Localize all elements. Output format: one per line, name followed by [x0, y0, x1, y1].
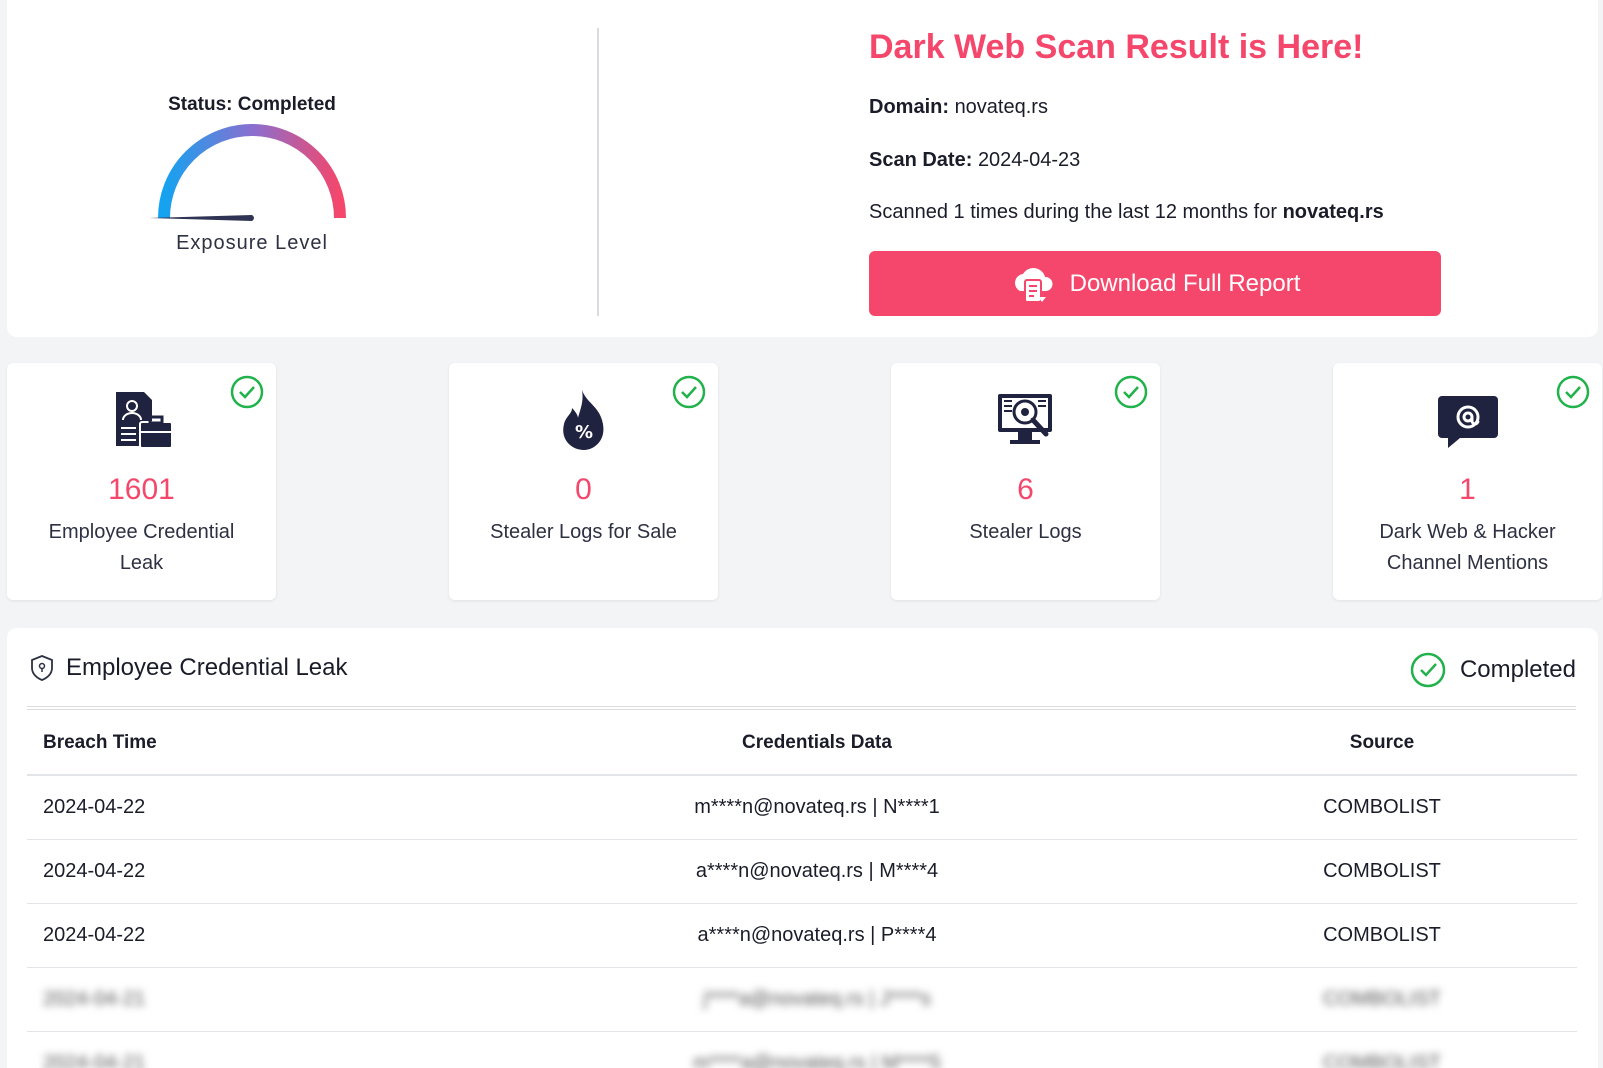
- domain-value: novateq.rs: [954, 96, 1048, 118]
- breach-time-cell: 2024-04-22: [27, 775, 447, 840]
- check-circle-icon: [672, 375, 706, 409]
- stat-card-dark-web-mentions[interactable]: 1 Dark Web & Hacker Channel Mentions: [1333, 363, 1602, 600]
- stat-label: Stealer Logs for Sale: [490, 521, 677, 543]
- gauge-arc: [149, 124, 346, 221]
- scan-count-text: Scanned 1 times during the last 12 month…: [869, 201, 1278, 223]
- chat-mention-icon: [1437, 396, 1498, 448]
- stat-card-stealer-sale[interactable]: % 0 Stealer Logs for Sale: [449, 363, 718, 600]
- credential-leak-icon: [115, 392, 173, 449]
- table-row: 2024-04-22 m****n@novateq.rs | N****1 CO…: [27, 775, 1577, 840]
- scan-summary-card: Status: Completed Exposure Level Dark We…: [7, 0, 1598, 337]
- table-row: 2024-04-22 a****n@novateq.rs | M****4 CO…: [27, 839, 1577, 904]
- header-source[interactable]: Source: [1187, 712, 1577, 776]
- stat-value: 1: [1459, 473, 1476, 506]
- stat-value: 0: [575, 473, 592, 506]
- source-cell: COMBOLIST: [1187, 903, 1577, 968]
- header-breach-time[interactable]: Breach Time: [27, 712, 447, 776]
- table-header-row: Breach Time Credentials Data Source: [27, 712, 1577, 776]
- stat-label: Stealer Logs: [969, 521, 1082, 543]
- stat-label: Dark Web & Hacker Channel Mentions: [1379, 521, 1556, 574]
- cloud-report-icon: [1014, 267, 1053, 303]
- exposure-level-label: Exposure Level: [176, 232, 328, 254]
- download-report-label: Download Full Report: [1069, 269, 1301, 297]
- stealer-sale-icon: %: [562, 390, 603, 450]
- breach-time-cell: 2024-04-22: [27, 839, 447, 904]
- domain-line: Domain: novateq.rs: [869, 96, 1048, 119]
- header-credentials-data[interactable]: Credentials Data: [447, 712, 1187, 776]
- source-cell: COMBOLIST: [1187, 1031, 1577, 1068]
- scan-count-line: Scanned 1 times during the last 12 month…: [869, 201, 1384, 224]
- stat-card-credential-leak[interactable]: 1601 Employee Credential Leak: [7, 363, 276, 600]
- source-cell: COMBOLIST: [1187, 839, 1577, 904]
- svg-text:%: %: [574, 422, 592, 443]
- check-circle-icon: [230, 375, 264, 409]
- stealer-logs-icon: [997, 394, 1052, 444]
- scan-date-label: Scan Date:: [869, 149, 973, 171]
- vertical-divider: [597, 28, 599, 316]
- gauge-status-label: Status: Completed: [168, 94, 336, 115]
- check-circle-icon: [1556, 375, 1590, 409]
- check-circle-icon: [1114, 375, 1148, 409]
- download-report-button[interactable]: Download Full Report: [869, 251, 1441, 316]
- section-status: Completed: [1410, 652, 1576, 688]
- stat-value: 6: [1017, 473, 1034, 506]
- credentials-cell: m****n@novateq.rs | N****1: [447, 775, 1187, 840]
- breach-time-cell: 2024-04-21: [27, 967, 447, 1032]
- credential-leak-table: Breach Time Credentials Data Source 2024…: [27, 712, 1577, 1068]
- breach-time-cell: 2024-04-22: [27, 903, 447, 968]
- stat-card-stealer-logs[interactable]: 6 Stealer Logs: [891, 363, 1160, 600]
- credential-leak-section: Employee Credential Leak Completed Breac…: [7, 628, 1598, 1068]
- scan-date-line: Scan Date: 2024-04-23: [869, 149, 1080, 172]
- stat-label: Employee Credential Leak: [48, 521, 235, 574]
- section-divider: [27, 706, 1576, 710]
- source-cell: COMBOLIST: [1187, 967, 1577, 1032]
- table-row-blurred: 2024-04-21 m****a@novateq.rs | M****5 CO…: [27, 1031, 1577, 1068]
- section-status-label: Completed: [1459, 656, 1576, 683]
- credentials-cell: a****n@novateq.rs | P****4: [447, 903, 1187, 968]
- scan-date-value: 2024-04-23: [977, 149, 1081, 171]
- check-circle-icon: [1410, 652, 1446, 688]
- scan-count-domain: novateq.rs: [1282, 201, 1384, 223]
- credentials-cell: m****a@novateq.rs | M****5: [447, 1031, 1187, 1068]
- credentials-cell: j****a@novateq.rs | J****s: [447, 967, 1187, 1032]
- source-cell: COMBOLIST: [1187, 775, 1577, 840]
- table-row: 2024-04-22 a****n@novateq.rs | P****4 CO…: [27, 903, 1577, 968]
- credentials-cell: a****n@novateq.rs | M****4: [447, 839, 1187, 904]
- stat-value: 1601: [108, 473, 175, 506]
- section-title: Employee Credential Leak: [66, 654, 348, 681]
- breach-time-cell: 2024-04-21: [27, 1031, 447, 1068]
- domain-label: Domain:: [869, 96, 949, 118]
- scan-result-title: Dark Web Scan Result is Here!: [869, 28, 1364, 66]
- table-row-blurred: 2024-04-21 j****a@novateq.rs | J****s CO…: [27, 967, 1577, 1032]
- shield-icon: [31, 655, 53, 681]
